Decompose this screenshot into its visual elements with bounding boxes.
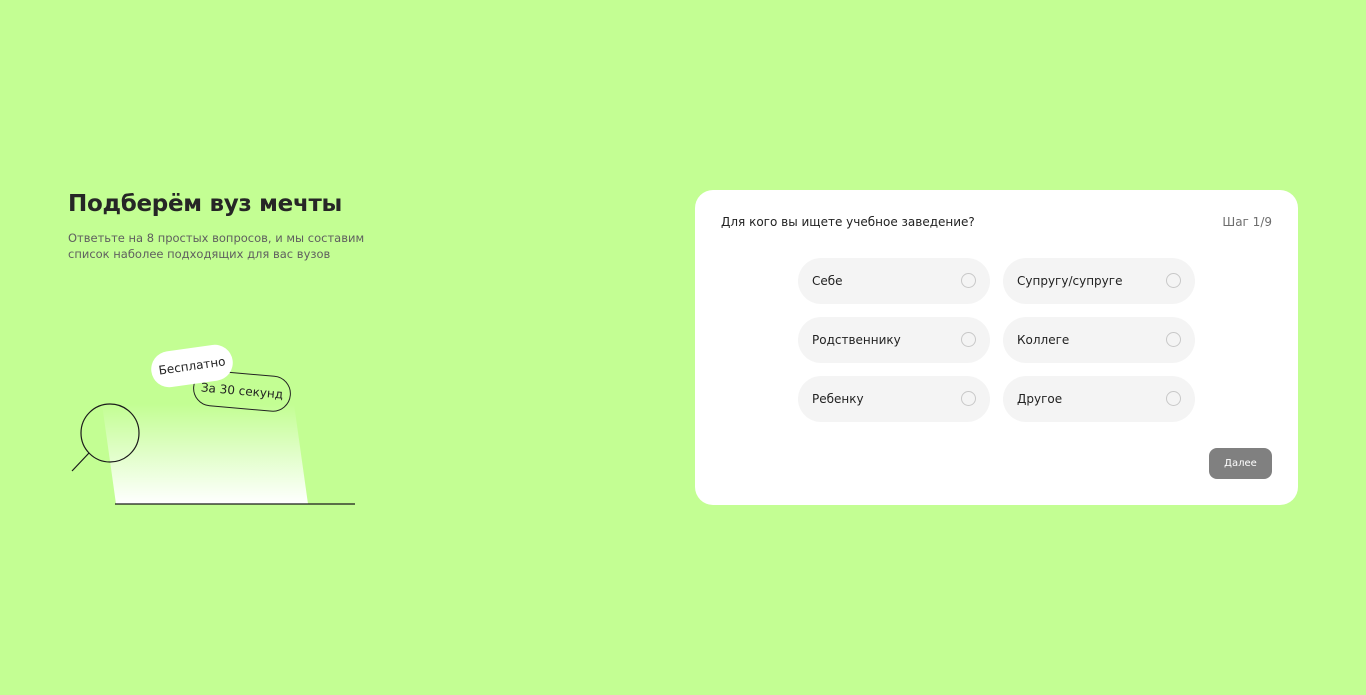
radio-icon[interactable]: [1166, 273, 1181, 288]
option-label: Себе: [812, 274, 843, 288]
option-colleague[interactable]: Коллеге: [1003, 317, 1195, 363]
option-label: Супругу/супруге: [1017, 274, 1123, 288]
option-label: Родственнику: [812, 333, 901, 347]
quiz-card: Для кого вы ищете учебное заведение? Шаг…: [695, 190, 1298, 505]
radio-icon[interactable]: [961, 391, 976, 406]
option-spouse[interactable]: Супругу/супруге: [1003, 258, 1195, 304]
option-child[interactable]: Ребенку: [798, 376, 990, 422]
options-list: Себе Супругу/супруге Родственнику Коллег…: [798, 258, 1195, 422]
option-other[interactable]: Другое: [1003, 376, 1195, 422]
option-relative[interactable]: Родственнику: [798, 317, 990, 363]
option-label: Ребенку: [812, 392, 864, 406]
step-counter: Шаг 1/9: [1222, 215, 1272, 229]
page: Подберём вуз мечты Ответьте на 8 простых…: [0, 0, 1366, 695]
radio-icon[interactable]: [1166, 332, 1181, 347]
promo-section: Подберём вуз мечты Ответьте на 8 простых…: [68, 188, 388, 262]
radio-icon[interactable]: [1166, 391, 1181, 406]
option-self[interactable]: Себе: [798, 258, 990, 304]
radio-icon[interactable]: [961, 332, 976, 347]
radio-icon[interactable]: [961, 273, 976, 288]
option-label: Другое: [1017, 392, 1063, 406]
next-button[interactable]: Далее: [1209, 448, 1272, 479]
option-label: Коллеге: [1017, 333, 1070, 347]
promo-illustration: За 30 секунд Бесплатно: [66, 340, 366, 510]
promo-title: Подберём вуз мечты: [68, 191, 342, 217]
question-title: Для кого вы ищете учебное заведение?: [721, 215, 975, 229]
promo-description: Ответьте на 8 простых вопросов, и мы сос…: [68, 231, 365, 261]
